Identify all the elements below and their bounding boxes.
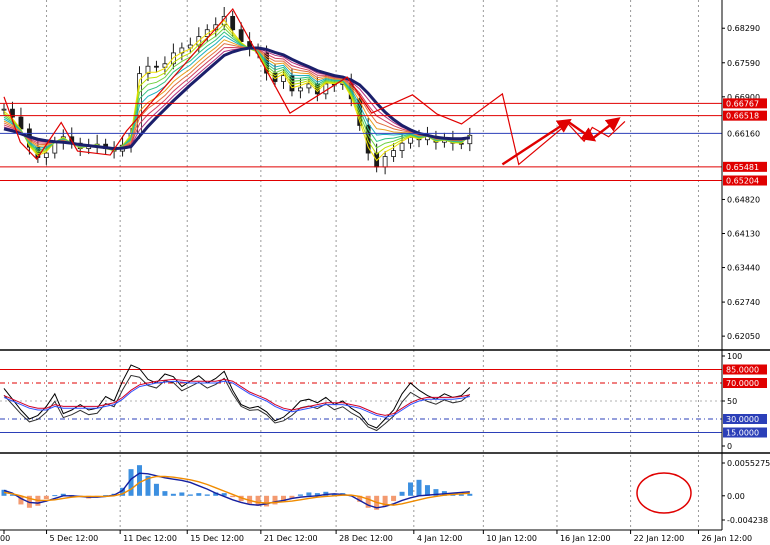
- macd-histogram-bar: [170, 493, 176, 496]
- macd-histogram-bar: [153, 483, 159, 496]
- candle-body: [399, 142, 405, 152]
- time-tick-label: 28 Dec 12:00: [339, 534, 393, 543]
- price-tick-label: 0.64820: [727, 195, 760, 204]
- oscillator-level-label: 30.0000: [726, 415, 759, 424]
- price-tick-label: 0.63440: [727, 264, 760, 273]
- time-tick-label: 26 Jan 12:00: [701, 534, 752, 543]
- oscillator-tick-label: 0: [727, 442, 732, 451]
- candle-body: [230, 15, 236, 31]
- price-tick-label: 0.62050: [727, 332, 760, 341]
- macd-histogram-bar: [416, 479, 422, 496]
- macd-histogram-bar: [264, 495, 270, 507]
- candle-body: [238, 29, 244, 42]
- macd-tick-label: 0.0055275: [727, 459, 770, 468]
- level-price-label: 0.65481: [726, 163, 759, 172]
- macd-histogram-bar: [179, 492, 185, 496]
- macd-histogram-bar: [52, 495, 58, 497]
- macd-tick-label: 0.00: [727, 492, 745, 501]
- macd-histogram-bar: [467, 493, 473, 496]
- time-tick-label: 11 Dec 12:00: [123, 534, 177, 543]
- candle-body: [306, 83, 312, 89]
- candle-body: [43, 152, 49, 158]
- macd-histogram-bar: [230, 495, 236, 498]
- macd-histogram-bar: [187, 494, 193, 496]
- candle-body: [154, 65, 159, 68]
- macd-histogram-bar: [399, 491, 405, 496]
- chart-background: [0, 0, 770, 545]
- current-price-label: 0.66160: [727, 129, 760, 138]
- macd-histogram-bar: [43, 495, 49, 500]
- time-tick-label: 22 Jan 12:00: [634, 534, 685, 543]
- macd-histogram-bar: [196, 493, 202, 496]
- time-tick-label: 16 Jan 12:00: [560, 534, 611, 543]
- macd-histogram-bar: [458, 494, 464, 496]
- macd-histogram-bar: [137, 465, 143, 496]
- time-tick-label: 21 Dec 12:00: [264, 534, 318, 543]
- time-tick-label: 5 Dec 12:00: [50, 534, 99, 543]
- macd-histogram-bar: [162, 491, 168, 496]
- macd-histogram-bar: [306, 492, 312, 496]
- level-price-label: 0.66518: [726, 112, 759, 121]
- price-tick-label: 0.67590: [727, 59, 760, 68]
- level-price-label: 0.65204: [726, 177, 759, 186]
- candle-body: [391, 150, 396, 157]
- candle-body: [298, 87, 303, 92]
- macd-histogram-bar: [297, 494, 303, 496]
- oscillator-level-label: 70.0000: [726, 379, 759, 388]
- price-tick-label: 0.68290: [727, 24, 760, 33]
- time-tick-label: 00: [0, 534, 10, 543]
- macd-histogram-bar: [391, 495, 397, 502]
- price-tick-label: 0.62740: [727, 298, 760, 307]
- candle-body: [382, 156, 388, 168]
- level-price-label: 0.66767: [726, 99, 759, 108]
- time-tick-label: 4 Jan 12:00: [417, 534, 463, 543]
- oscillator-level-label: 85.0000: [726, 366, 759, 375]
- macd-histogram-bar: [204, 494, 210, 496]
- time-tick-label: 10 Jan 12:00: [486, 534, 537, 543]
- macd-histogram-bar: [424, 485, 430, 496]
- price-tick-label: 0.64130: [727, 229, 760, 238]
- candle-body: [408, 136, 413, 144]
- time-tick-label: 15 Dec 12:00: [190, 534, 244, 543]
- macd-histogram-bar: [408, 482, 414, 496]
- macd-tick-label: -0.004238: [727, 516, 768, 525]
- oscillator-tick-label: 50: [727, 397, 737, 406]
- oscillator-level-label: 15.0000: [726, 429, 759, 438]
- oscillator-tick-label: 100: [727, 352, 742, 361]
- candle-body: [1, 108, 7, 111]
- trading-chart[interactable]: 0.682900.675900.669000.648200.641300.634…: [0, 0, 770, 545]
